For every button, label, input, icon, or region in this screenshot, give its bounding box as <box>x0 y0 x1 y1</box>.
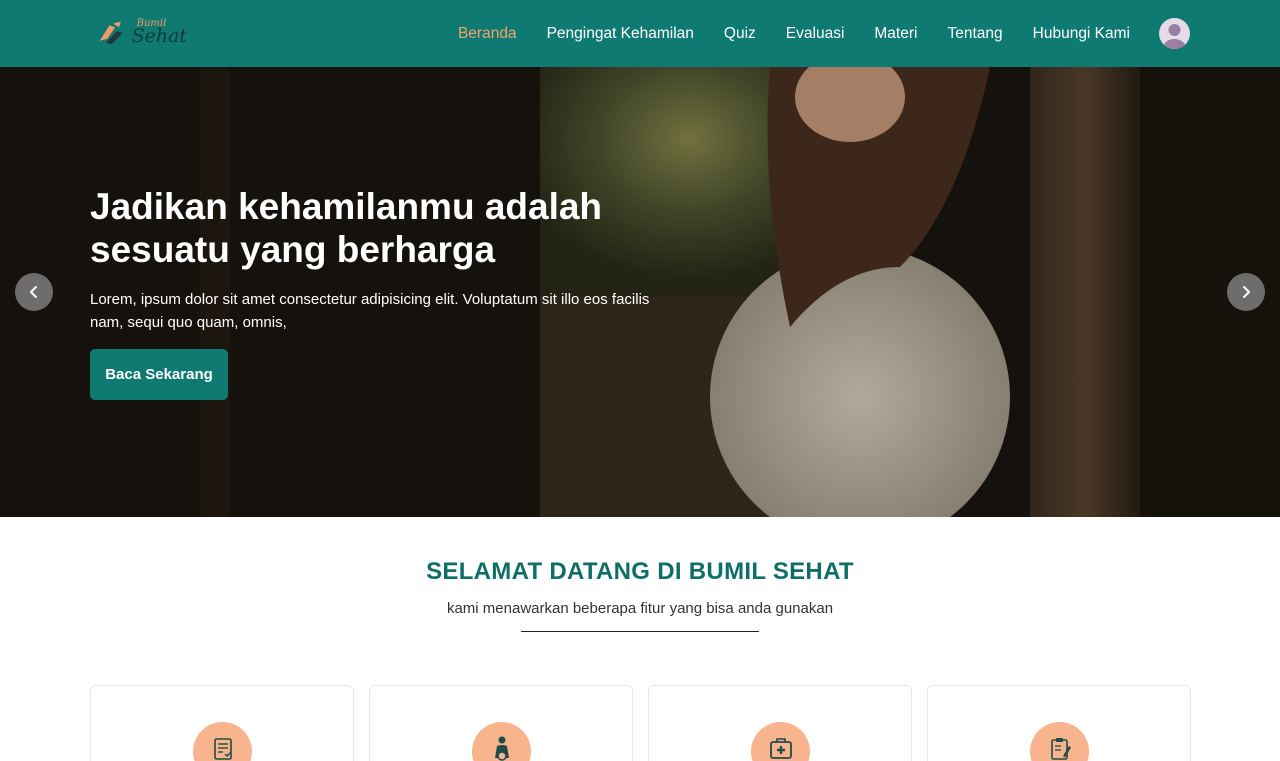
user-avatar[interactable] <box>1159 18 1190 49</box>
hero-content: Jadikan kehamilanmu adalah sesuatu yang … <box>90 185 670 334</box>
welcome-divider <box>521 631 759 632</box>
feature-cards <box>90 685 1191 761</box>
feature-icon-circle <box>751 722 810 761</box>
user-avatar-icon <box>1163 24 1186 49</box>
navbar: Bumil Sehat Beranda Pengingat Kehamilan … <box>0 0 1280 67</box>
logo-mark-icon <box>99 21 123 45</box>
pregnant-woman-icon <box>494 736 509 761</box>
read-now-button[interactable]: Baca Sekarang <box>90 349 228 400</box>
welcome-title: SELAMAT DATANG DI BUMIL SEHAT <box>426 558 854 585</box>
carousel-prev-button[interactable] <box>15 273 53 311</box>
chevron-right-icon <box>1243 286 1250 298</box>
feature-icon-circle <box>1030 722 1089 761</box>
nav-item-pengingat-kehamilan[interactable]: Pengingat Kehamilan <box>547 25 694 43</box>
feature-icon-circle <box>193 722 252 761</box>
nav-menu: Beranda Pengingat Kehamilan Quiz Evaluas… <box>458 0 1130 67</box>
feature-icon-circle <box>472 722 531 761</box>
medical-box-icon <box>769 738 792 759</box>
hero-title: Jadikan kehamilanmu adalah sesuatu yang … <box>90 186 603 270</box>
nav-item-hubungi-kami[interactable]: Hubungi Kami <box>1033 25 1130 43</box>
hero-carousel: Jadikan kehamilanmu adalah sesuatu yang … <box>0 67 1280 517</box>
nav-item-quiz[interactable]: Quiz <box>724 25 756 43</box>
nav-item-beranda[interactable]: Beranda <box>458 25 517 43</box>
chevron-left-icon <box>30 286 37 298</box>
hero-description: Lorem, ipsum dolor sit amet consectetur … <box>90 291 650 331</box>
feature-card[interactable] <box>369 685 633 761</box>
carousel-next-button[interactable] <box>1227 273 1265 311</box>
clipboard-edit-icon <box>1050 738 1071 760</box>
welcome-subtitle: kami menawarkan beberapa fitur yang bisa… <box>446 600 834 617</box>
logo-big-text: Sehat <box>131 25 188 47</box>
nav-item-materi[interactable]: Materi <box>874 25 917 43</box>
feature-card[interactable] <box>927 685 1191 761</box>
brand-logo[interactable]: Bumil Sehat <box>96 16 188 52</box>
feature-card[interactable] <box>648 685 912 761</box>
logo-text: Bumil Sehat <box>129 16 188 52</box>
document-check-icon <box>213 738 232 760</box>
nav-item-evaluasi[interactable]: Evaluasi <box>786 25 845 43</box>
feature-card[interactable] <box>90 685 354 761</box>
nav-item-tentang[interactable]: Tentang <box>947 25 1002 43</box>
